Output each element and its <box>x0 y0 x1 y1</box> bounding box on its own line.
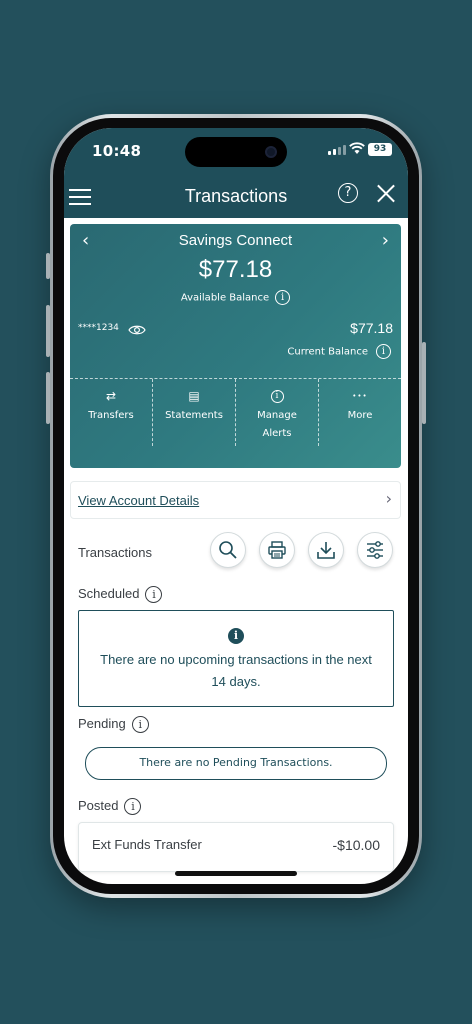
transactions-heading: Transactions <box>78 545 152 560</box>
battery-icon: 93 <box>368 143 392 156</box>
more-action[interactable]: ••• More <box>318 379 401 446</box>
current-balance-row: Current Balance i <box>287 344 391 359</box>
status-bar: 10:48 93 <box>64 128 408 180</box>
more-label: More <box>347 410 373 421</box>
eye-icon[interactable] <box>128 324 146 336</box>
front-camera <box>265 146 277 158</box>
masked-account-number: ****1234 <box>78 323 119 333</box>
manage-alerts-action[interactable]: i Manage Alerts <box>235 379 318 446</box>
transaction-amount: -$10.00 <box>332 837 380 853</box>
posted-label: Posted <box>78 798 119 813</box>
scheduled-empty-state: i There are no upcoming transactions in … <box>78 610 394 707</box>
statements-label: Statements <box>165 410 223 421</box>
pending-info-icon[interactable]: i <box>131 716 149 734</box>
current-balance-label: Current Balance <box>287 346 368 358</box>
info-circle-icon: i <box>236 389 318 407</box>
ellipsis-icon: ••• <box>352 392 368 400</box>
account-card: ‹ › Savings Connect $77.18 Available Bal… <box>70 224 401 468</box>
wifi-icon <box>349 142 365 154</box>
current-balance-amount: $77.18 <box>350 320 393 336</box>
transfers-label: Transfers <box>88 410 134 421</box>
available-balance-label: Available Balance <box>180 292 270 304</box>
filter-sliders-icon <box>367 541 383 559</box>
transaction-description: Ext Funds Transfer <box>92 837 202 852</box>
transfer-arrows-icon: ⇄ <box>105 389 117 403</box>
help-icon[interactable]: ? <box>338 183 358 203</box>
volume-up-button <box>46 305 50 357</box>
download-button[interactable] <box>308 532 344 568</box>
available-balance-row: Available Balance i <box>70 290 401 305</box>
pending-heading: Pending i <box>78 716 149 734</box>
home-indicator[interactable] <box>175 871 297 876</box>
search-button[interactable] <box>210 532 246 568</box>
view-account-details-link[interactable]: View Account Details <box>78 493 199 508</box>
manage-alerts-label-1: Manage <box>257 410 297 421</box>
cellular-signal-icon <box>328 145 346 155</box>
account-name: Savings Connect <box>178 232 293 249</box>
print-button[interactable] <box>259 532 295 568</box>
status-time: 10:48 <box>92 142 142 160</box>
available-balance-amount: $77.18 <box>198 256 273 283</box>
manage-alerts-label-2: Alerts <box>262 428 292 439</box>
power-button <box>422 342 426 424</box>
current-balance-info-icon[interactable]: i <box>376 344 391 359</box>
search-icon <box>219 541 237 559</box>
account-actions: ⇄ Transfers ▤ Statements i Manage Alerts… <box>70 378 401 446</box>
posted-info-icon[interactable]: i <box>124 798 142 816</box>
app-screen: 10:48 93 Transactions ? ‹ › Savings Conn… <box>64 128 408 884</box>
statements-action[interactable]: ▤ Statements <box>152 379 235 446</box>
available-balance-info-icon[interactable]: i <box>275 290 291 305</box>
scheduled-heading: Scheduled i <box>78 586 163 604</box>
mute-switch <box>46 253 50 279</box>
volume-down-button <box>46 372 50 424</box>
filter-button[interactable] <box>357 532 393 568</box>
nav-bar: Transactions ? <box>64 180 408 218</box>
scheduled-info-icon[interactable]: i <box>145 586 163 604</box>
download-icon <box>317 542 335 559</box>
close-icon[interactable] <box>376 183 396 203</box>
document-icon: ▤ <box>188 389 200 403</box>
chevron-right-icon: › <box>385 489 392 508</box>
posted-heading: Posted i <box>78 798 142 816</box>
print-icon <box>268 541 286 559</box>
pending-label: Pending <box>78 716 126 731</box>
dynamic-island <box>185 137 287 167</box>
transfers-action[interactable]: ⇄ Transfers <box>70 379 152 446</box>
scheduled-message: There are no upcoming transactions in th… <box>100 652 372 689</box>
posted-transaction-row[interactable]: Ext Funds Transfer -$10.00 <box>78 822 394 872</box>
view-account-details-row[interactable]: View Account Details › <box>70 481 401 519</box>
info-filled-icon: i <box>228 628 244 644</box>
pending-empty-state: There are no Pending Transactions. <box>85 747 387 780</box>
scheduled-label: Scheduled <box>78 586 140 601</box>
info-circle-glyph: i <box>270 390 284 403</box>
